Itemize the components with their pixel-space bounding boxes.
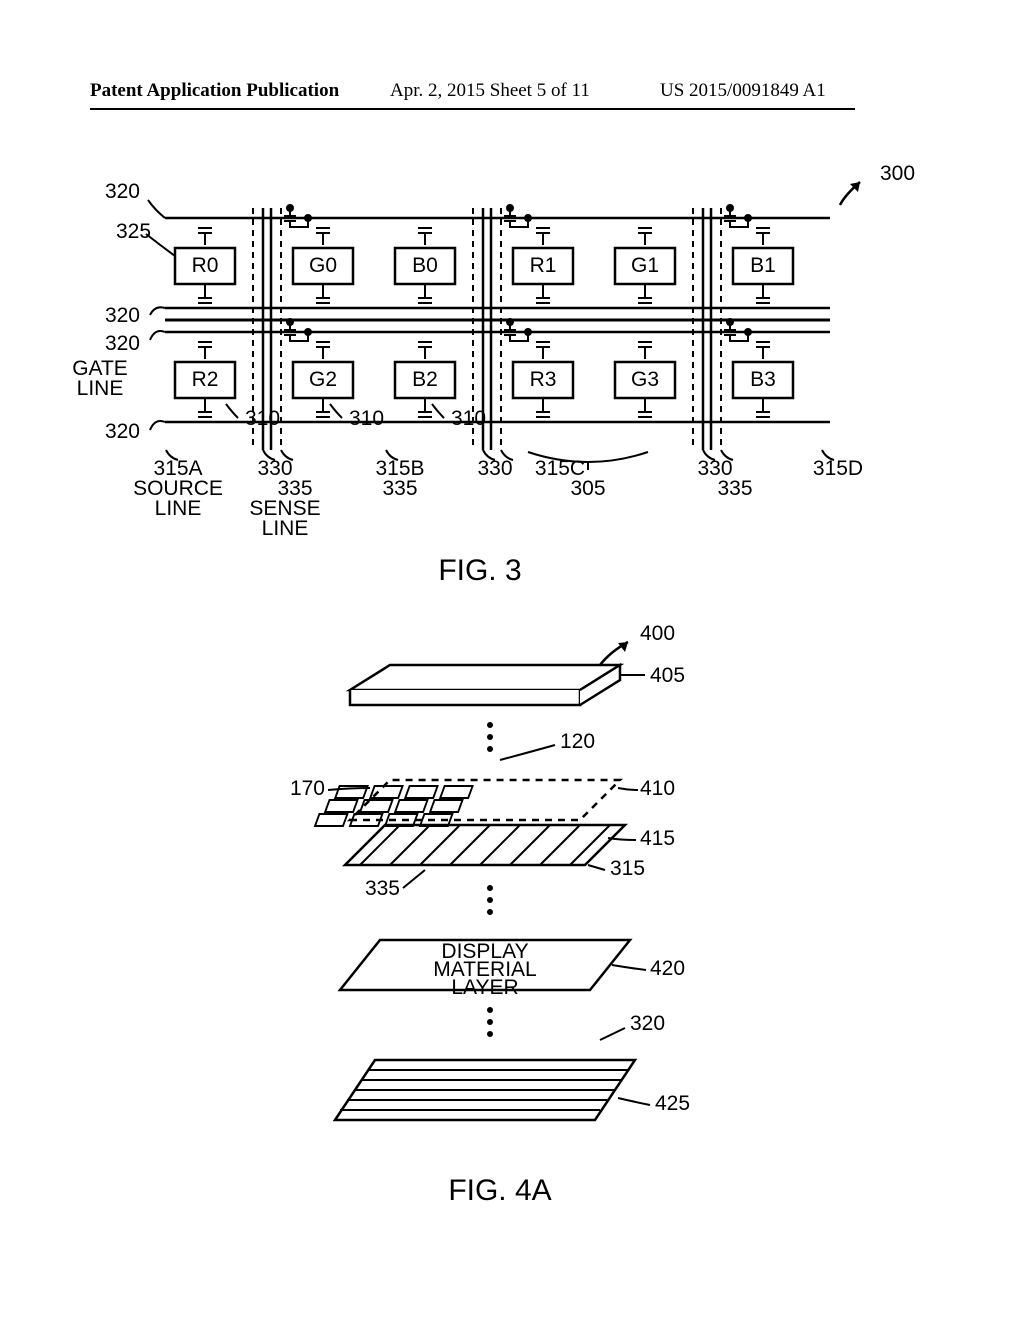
ref-405: 405 xyxy=(650,664,685,687)
ref-420: 420 xyxy=(650,957,685,980)
ref-310-c: 310 xyxy=(451,407,486,430)
ref-320-b: 320 xyxy=(105,304,140,327)
ref-335-b: 335 xyxy=(382,477,417,500)
gate-line-2: LINE xyxy=(77,377,124,400)
ref-400: 400 xyxy=(640,622,675,645)
ref-415: 415 xyxy=(640,827,675,850)
ref-120: 120 xyxy=(560,730,595,753)
ref-335-c: 335 xyxy=(717,477,752,500)
ref-170: 170 xyxy=(290,777,325,800)
ref-315D: 315D xyxy=(813,457,863,480)
pixel-B3: B3 xyxy=(750,368,776,391)
pixel-R1: R1 xyxy=(530,254,557,277)
pixel-B1: B1 xyxy=(750,254,776,277)
ref-325: 325 xyxy=(116,220,151,243)
ref-410: 410 xyxy=(640,777,675,800)
ref-310-a: 310 xyxy=(245,407,280,430)
header-left: Patent Application Publication xyxy=(90,80,339,102)
ref-315: 315 xyxy=(610,857,645,880)
fig3-caption: FIG. 3 xyxy=(438,554,521,587)
ref-310-b: 310 xyxy=(349,407,384,430)
slab-405 xyxy=(350,665,620,705)
figure-4a: 400 405 120 xyxy=(200,620,820,1260)
header-rule xyxy=(90,108,855,110)
figure-3: 300 320 325 320 320 GATE LINE 320 xyxy=(60,150,940,590)
ref-425: 425 xyxy=(655,1092,690,1115)
ref-330-b: 330 xyxy=(477,457,512,480)
pixel-G3: G3 xyxy=(631,368,659,391)
header-right: US 2015/0091849 A1 xyxy=(660,80,826,102)
pixel-B0: B0 xyxy=(412,254,438,277)
page-header: Patent Application Publication Apr. 2, 2… xyxy=(0,80,1024,120)
pixel-R3: R3 xyxy=(530,368,557,391)
pixel-R0: R0 xyxy=(192,254,219,277)
ref-320-c: 320 xyxy=(105,332,140,355)
pixel-G1: G1 xyxy=(631,254,659,277)
ref-305: 305 xyxy=(570,477,605,500)
sense-line-2: LINE xyxy=(262,517,309,540)
pixel-G2: G2 xyxy=(309,368,337,391)
header-center: Apr. 2, 2015 Sheet 5 of 11 xyxy=(390,80,590,102)
source-line-2: LINE xyxy=(155,497,202,520)
ref-320-a: 320 xyxy=(105,180,140,203)
ref-320: 320 xyxy=(630,1012,665,1035)
dml-3: LAYER xyxy=(451,976,518,999)
pixel-R2: R2 xyxy=(192,368,219,391)
ref-300: 300 xyxy=(880,162,915,185)
ref-335: 335 xyxy=(365,877,400,900)
ref-320-d: 320 xyxy=(105,420,140,443)
fig4a-caption: FIG. 4A xyxy=(448,1174,551,1207)
page: Patent Application Publication Apr. 2, 2… xyxy=(0,0,1024,1320)
pixel-B2: B2 xyxy=(412,368,438,391)
pixel-G0: G0 xyxy=(309,254,337,277)
